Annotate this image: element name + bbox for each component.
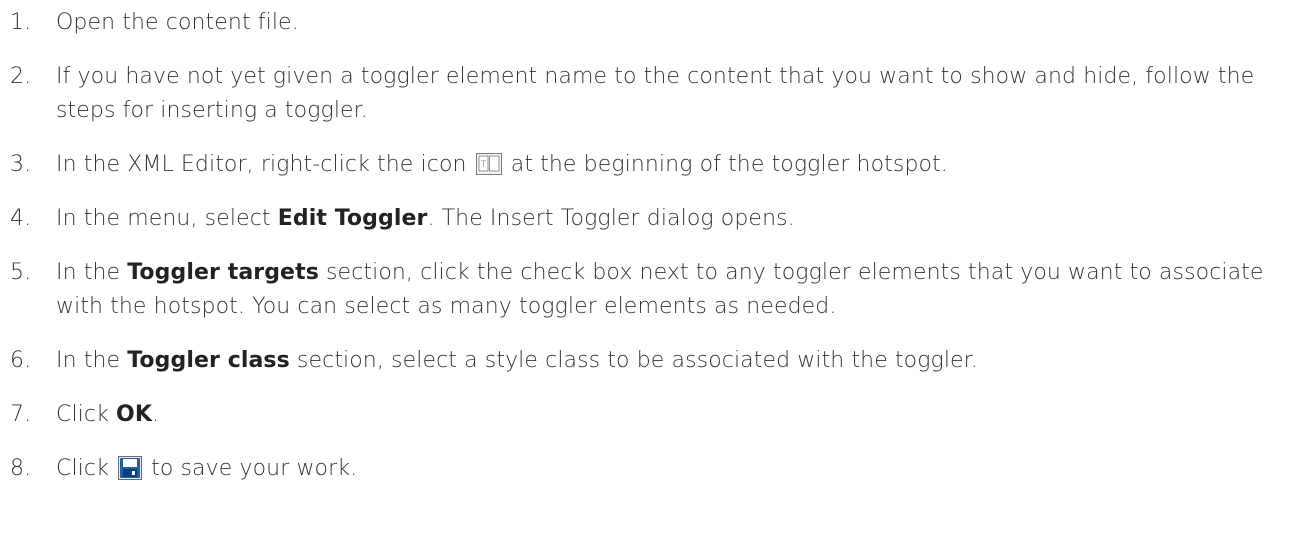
step-number: 1. — [10, 10, 32, 35]
step-text: If you have not yet given a toggler elem… — [56, 64, 1255, 123]
step-text-bold: Edit Toggler — [277, 206, 428, 231]
step-number: 3. — [10, 152, 32, 177]
svg-text:T: T — [480, 160, 486, 170]
step-text-bold: OK — [116, 402, 152, 427]
step-2: 2. If you have not yet given a toggler e… — [0, 60, 1292, 128]
step-8: 8. Click to save your work. — [0, 452, 1292, 486]
step-text-pre: In the — [56, 260, 128, 285]
step-text-pre: Click — [56, 402, 117, 427]
step-3: 3. In the XML Editor, right-click the ic… — [0, 148, 1292, 182]
toggler-icon: T — [475, 153, 502, 175]
instruction-steps: 1. Open the content file. 2. If you have… — [0, 0, 1292, 486]
step-7: 7. Click OK. — [0, 398, 1292, 432]
step-number: 2. — [10, 64, 32, 89]
step-text-pre: In the — [56, 348, 128, 373]
step-number: 5. — [10, 260, 32, 285]
step-text-post: to save your work. — [151, 456, 358, 481]
save-icon — [118, 456, 143, 480]
step-number: 4. — [10, 206, 32, 231]
step-text-pre: In the XML Editor, right-click the icon — [56, 152, 467, 177]
step-text-pre: Click — [56, 456, 109, 481]
step-4: 4. In the menu, select Edit Toggler. The… — [0, 202, 1292, 236]
step-text-post: . — [151, 402, 160, 427]
step-text-pre: In the menu, select — [56, 206, 278, 231]
step-number: 6. — [10, 348, 32, 373]
step-1: 1. Open the content file. — [0, 6, 1292, 40]
step-number: 8. — [10, 456, 32, 481]
step-text-post: section, select a style class to be asso… — [289, 348, 978, 373]
step-text-post: at the beginning of the toggler hotspot. — [510, 152, 948, 177]
step-text-bold: Toggler targets — [127, 260, 319, 285]
step-number: 7. — [10, 402, 32, 427]
step-text-bold: Toggler class — [127, 348, 290, 373]
step-text-post: . The Insert Toggler dialog opens. — [427, 206, 795, 231]
step-6: 6. In the Toggler class section, select … — [0, 344, 1292, 378]
step-5: 5. In the Toggler targets section, click… — [0, 256, 1292, 324]
step-text: Open the content file. — [56, 10, 299, 35]
